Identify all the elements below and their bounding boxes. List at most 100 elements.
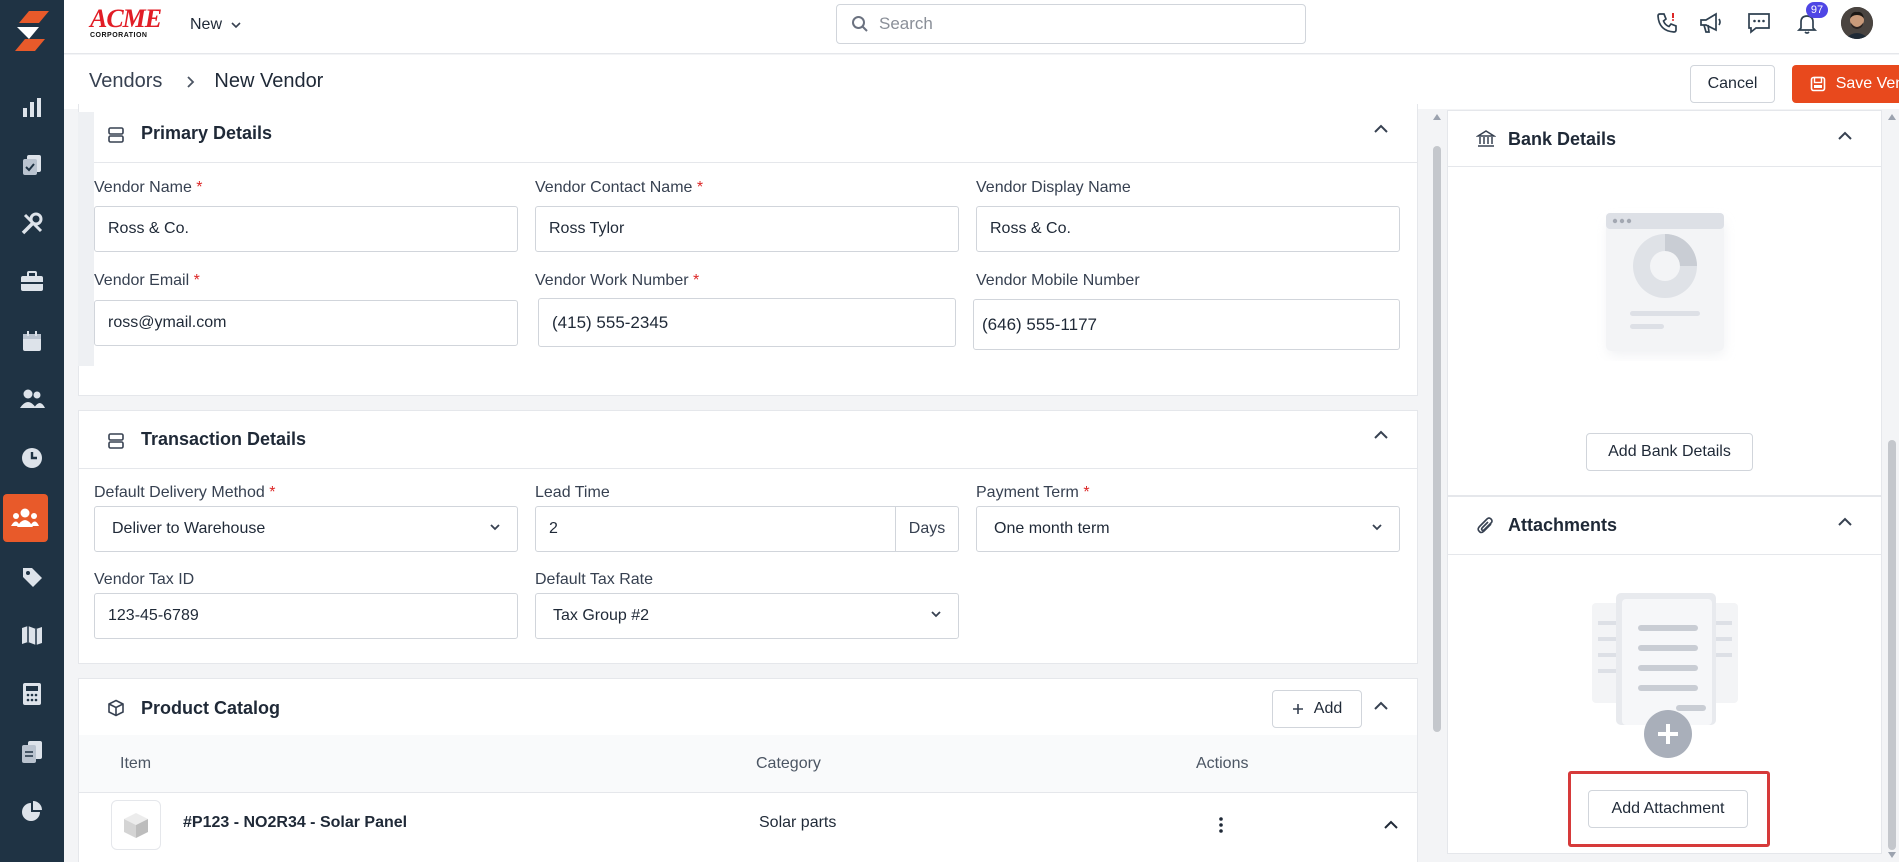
scroll-up-icon[interactable] [1888, 114, 1896, 120]
map-icon [22, 626, 42, 645]
chevron-up-icon[interactable] [1837, 517, 1853, 527]
files-icon [22, 741, 42, 763]
breadcrumb-vendors-link[interactable]: Vendors [89, 70, 162, 93]
payment-term-label: Payment Term * [976, 484, 1090, 501]
calculator-icon [23, 683, 41, 705]
left-nav-rail [0, 0, 64, 862]
chevron-down-icon [931, 611, 941, 618]
highlight-box [1568, 771, 1770, 847]
new-dropdown-button[interactable]: New [190, 13, 242, 37]
messages-button[interactable] [1746, 10, 1772, 36]
nav-tools[interactable] [0, 200, 64, 248]
product-thumbnail [111, 800, 161, 850]
transaction-details-header[interactable]: Transaction Details [79, 411, 1417, 469]
attachments-header[interactable]: Attachments [1448, 497, 1881, 555]
phone-button[interactable] [1654, 10, 1680, 36]
product-category: Solar parts [759, 814, 837, 831]
new-label: New [190, 16, 223, 33]
nav-more[interactable] [0, 846, 64, 862]
save-vendor-button[interactable]: Save Vendor [1792, 65, 1899, 103]
bank-details-header[interactable]: Bank Details [1448, 111, 1881, 167]
company-logo[interactable]: ACME CORPORATION [90, 6, 166, 40]
briefcase-icon [21, 271, 43, 291]
users-icon [20, 389, 45, 408]
bank-empty-illustration [1606, 213, 1724, 355]
chevron-up-icon[interactable] [1837, 131, 1853, 141]
chevron-up-icon[interactable] [1373, 430, 1389, 440]
column-header-item: Item [120, 755, 152, 772]
delivery-method-label: Default Delivery Method * [94, 484, 276, 501]
column-header-actions: Actions [1196, 755, 1249, 772]
payment-term-select[interactable]: One month term [976, 506, 1400, 552]
nav-pricing[interactable] [0, 553, 64, 601]
nav-files[interactable] [0, 728, 64, 776]
chevron-up-icon[interactable] [1373, 701, 1389, 711]
nav-calendar[interactable] [0, 317, 64, 365]
vendor-email-field[interactable]: ross@ymail.com [94, 300, 518, 346]
nav-time[interactable] [0, 434, 64, 482]
product-catalog-card: Product Catalog Add Item Category Action… [78, 678, 1418, 862]
lead-time-label: Lead Time [535, 484, 610, 501]
table-row[interactable]: #P123 - NO2R34 - Solar Panel Solar parts [79, 793, 1417, 862]
lead-time-field[interactable]: 2 Days [535, 506, 959, 552]
plus-icon [1292, 704, 1303, 714]
nav-map[interactable] [0, 611, 64, 659]
cancel-button[interactable]: Cancel [1690, 65, 1775, 103]
app-logo-icon [15, 11, 49, 51]
primary-details-header[interactable]: Primary Details [79, 104, 1417, 163]
product-item-name: #P123 - NO2R34 - Solar Panel [183, 814, 408, 831]
vendor-display-name-field[interactable]: Ross & Co. [976, 206, 1400, 252]
vendor-tax-id-field[interactable]: 123-45-6789 [94, 593, 518, 639]
vendor-mobile-number-field[interactable]: (646) 555-1177 [973, 299, 1400, 350]
nav-jobs[interactable] [0, 258, 64, 306]
vendor-name-field[interactable]: Ross & Co. [94, 206, 518, 252]
nav-reports[interactable] [0, 83, 64, 131]
attachments-title: Attachments [1508, 515, 1618, 535]
nav-vendors[interactable] [0, 494, 64, 542]
product-catalog-title: Product Catalog [141, 698, 281, 718]
phone-icon [1657, 13, 1677, 33]
chevron-down-icon [1372, 524, 1382, 531]
nav-documents[interactable] [0, 141, 64, 189]
chevron-right-icon [187, 75, 195, 88]
bar-chart-icon [23, 98, 41, 117]
announcements-button[interactable] [1698, 10, 1724, 36]
default-tax-rate-select[interactable]: Tax Group #2 [535, 593, 959, 639]
chevron-up-icon[interactable] [1373, 124, 1389, 134]
bank-details-title: Bank Details [1508, 129, 1617, 149]
documents-check-icon [23, 155, 41, 175]
lead-time-value: 2 [549, 520, 558, 537]
global-search[interactable] [836, 4, 1306, 44]
app-logo[interactable] [0, 0, 64, 60]
stack-icon [108, 127, 124, 143]
transaction-details-title: Transaction Details [141, 429, 307, 449]
search-input[interactable] [879, 14, 1279, 34]
nav-team[interactable] [0, 375, 64, 423]
vendor-email-label: Vendor Email * [94, 272, 200, 289]
right-scrollbar-thumb[interactable] [1888, 440, 1896, 850]
user-avatar[interactable] [1841, 7, 1873, 39]
add-bank-details-button[interactable]: Add Bank Details [1586, 433, 1753, 471]
delivery-method-select[interactable]: Deliver to Warehouse [94, 506, 518, 552]
column-header-category: Category [756, 755, 821, 772]
nav-estimates[interactable] [0, 670, 64, 718]
calendar-icon [23, 331, 41, 351]
main-scrollbar-thumb[interactable] [1433, 146, 1441, 732]
add-product-button[interactable]: Add [1272, 690, 1362, 728]
vendor-contact-name-field[interactable]: Ross Tylor [535, 206, 959, 252]
vendor-tax-id-label: Vendor Tax ID [94, 571, 195, 588]
vendor-contact-name-label: Vendor Contact Name * [535, 179, 704, 196]
vendor-work-number-field[interactable]: (415) 555-2345 [538, 298, 956, 347]
nav-analytics[interactable] [0, 787, 64, 835]
notification-count-badge: 97 [1806, 2, 1828, 18]
chevron-up-icon[interactable] [1383, 820, 1399, 830]
clock-icon [22, 448, 42, 468]
scroll-down-icon[interactable] [1888, 852, 1896, 858]
more-vertical-icon[interactable] [1218, 816, 1224, 834]
page-title: New Vendor [214, 70, 324, 92]
scroll-up-icon[interactable] [1433, 114, 1441, 120]
chat-icon [1748, 13, 1770, 34]
lead-time-unit: Days [895, 507, 958, 551]
chevron-down-icon [490, 524, 500, 531]
paperclip-icon [1477, 517, 1493, 534]
